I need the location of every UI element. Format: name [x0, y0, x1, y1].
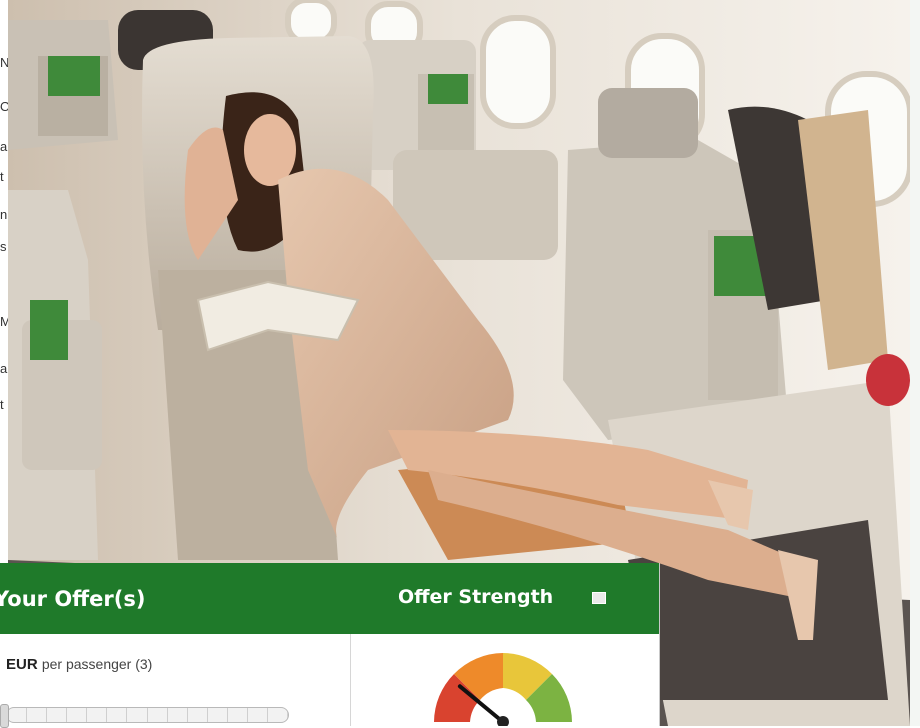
page-right-edge [909, 0, 920, 726]
currency-label: EUR [6, 656, 38, 673]
offer-amount-row: EUR per passenger (3) [6, 656, 152, 673]
bg-text-fragment: t [0, 397, 4, 412]
bg-text-fragment: s [0, 239, 7, 254]
bg-text-fragment: a [0, 139, 8, 154]
bg-text-fragment: t [0, 169, 4, 184]
offer-strength-title: Offer Strength [398, 586, 554, 608]
offer-slider[interactable] [6, 707, 289, 723]
per-passenger-label: per passenger (3) [41, 656, 153, 672]
offer-panel-body: EUR per passenger (3) [0, 634, 659, 728]
bg-text-fragment: n [0, 207, 8, 222]
info-icon[interactable] [592, 592, 606, 604]
offer-panel: Your Offer(s) Offer Strength EUR per pas… [0, 563, 660, 728]
bg-text-fragment: a [0, 361, 8, 376]
offer-slider-handle[interactable] [0, 704, 9, 728]
column-divider [350, 634, 351, 726]
offer-strength-gauge [434, 653, 572, 726]
your-offers-title: Your Offer(s) [0, 587, 146, 611]
offer-panel-header: Your Offer(s) Offer Strength [0, 563, 659, 634]
